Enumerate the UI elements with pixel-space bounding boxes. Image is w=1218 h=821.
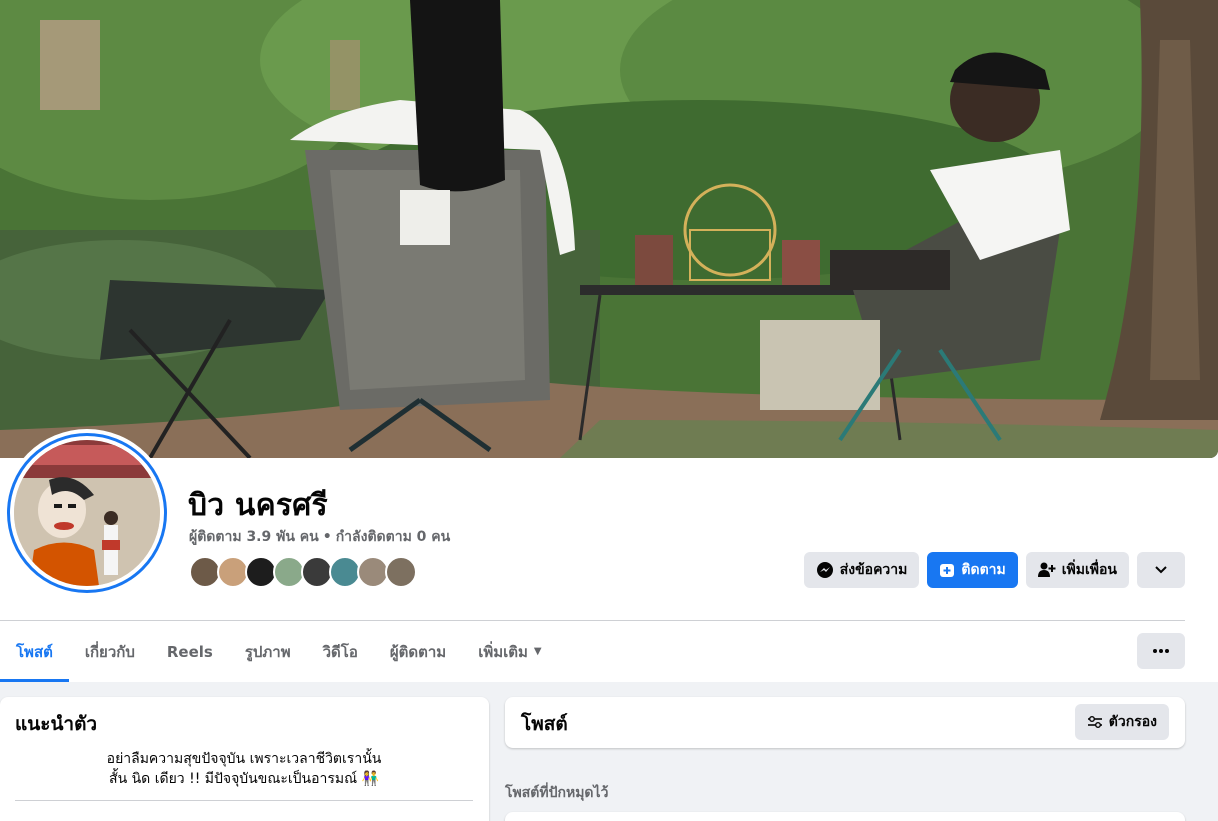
followers-count[interactable]: ผู้ติดตาม 3.9 พัน คน bbox=[189, 529, 319, 545]
bio-line: สั้น นิด เดียว !! มีปัจจุบันขณะเป็นอารมณ… bbox=[109, 771, 379, 787]
follow-stats: ผู้ติดตาม 3.9 พัน คน • กำลังติดตาม 0 คน bbox=[189, 526, 450, 548]
tab-about[interactable]: เกี่ยวกับ bbox=[69, 621, 151, 682]
more-options-button[interactable] bbox=[1137, 633, 1185, 669]
tab-label: ผู้ติดตาม bbox=[389, 642, 447, 661]
profile-avatar[interactable] bbox=[7, 433, 167, 593]
add-friend-button-label: เพิ่มเพื่อน bbox=[1061, 562, 1117, 578]
message-button-label: ส่งข้อความ bbox=[839, 562, 908, 578]
profile-tabs: โพสต์ เกี่ยวกับ Reels รูปภาพ วิดีโอ ผู้ต… bbox=[0, 621, 558, 682]
tab-label: Reels bbox=[166, 642, 213, 661]
follower-avatar[interactable] bbox=[385, 556, 417, 588]
tab-posts[interactable]: โพสต์ bbox=[0, 621, 69, 682]
tab-label: เกี่ยวกับ bbox=[84, 642, 135, 661]
cover-photo[interactable] bbox=[0, 0, 1218, 458]
chevron-down-icon bbox=[1155, 566, 1167, 574]
profile-header: บิว นครศรี ผู้ติดตาม 3.9 พัน คน • กำลังติด… bbox=[0, 0, 1218, 682]
profile-actions: ส่งข้อความ ติดตาม เพิ่มเพื่อน bbox=[803, 552, 1185, 588]
profile-avatar-wrapper bbox=[3, 429, 171, 597]
follow-button-label: ติดตาม bbox=[961, 562, 1006, 578]
intro-title: แนะนำตัว bbox=[15, 713, 98, 735]
follow-icon bbox=[939, 562, 955, 578]
more-dots-icon bbox=[1153, 649, 1169, 653]
tab-label: เพิ่มเติม bbox=[478, 642, 528, 661]
tab-label: โพสต์ bbox=[16, 642, 53, 661]
follower-avatars bbox=[189, 556, 417, 588]
pinned-post-card bbox=[505, 812, 1185, 821]
posts-title: โพสต์ bbox=[521, 713, 568, 735]
tab-label: รูปภาพ bbox=[244, 642, 291, 661]
follow-button[interactable]: ติดตาม bbox=[927, 552, 1018, 588]
following-count[interactable]: กำลังติดตาม 0 คน bbox=[336, 529, 451, 545]
intro-bio: อย่าลืมความสุขปัจจุบัน เพราะเวลาชีวิตเรา… bbox=[15, 749, 473, 789]
caret-down-icon: ▼ bbox=[533, 646, 542, 657]
tab-photos[interactable]: รูปภาพ bbox=[229, 621, 307, 682]
add-friend-button[interactable]: เพิ่มเพื่อน bbox=[1025, 552, 1129, 588]
profile-options-dropdown[interactable] bbox=[1137, 552, 1185, 588]
message-button[interactable]: ส่งข้อความ bbox=[803, 552, 920, 588]
tab-label: วิดีโอ bbox=[322, 642, 358, 661]
tab-followers[interactable]: ผู้ติดตาม bbox=[374, 621, 462, 682]
tab-reels[interactable]: Reels bbox=[151, 621, 229, 682]
filter-icon bbox=[1087, 715, 1103, 729]
posts-header-card: โพสต์ ตัวกรอง bbox=[505, 697, 1185, 748]
bio-line: อย่าลืมความสุขปัจจุบัน เพราะเวลาชีวิตเรา… bbox=[106, 751, 382, 767]
intro-divider bbox=[15, 800, 473, 801]
pinned-posts-label: โพสต์ที่ปักหมุดไว้ bbox=[505, 785, 609, 801]
stats-separator: • bbox=[322, 529, 332, 545]
intro-card: แนะนำตัว อย่าลืมความสุขปัจจุบัน เพราะเวล… bbox=[0, 697, 489, 821]
cover-illustration bbox=[0, 0, 1218, 458]
add-friend-icon bbox=[1037, 562, 1056, 578]
tab-more[interactable]: เพิ่มเติม ▼ bbox=[462, 621, 557, 682]
messenger-icon bbox=[816, 561, 834, 579]
tab-videos[interactable]: วิดีโอ bbox=[307, 621, 374, 682]
avatar-image bbox=[14, 440, 160, 586]
filter-button-label: ตัวกรอง bbox=[1108, 714, 1157, 730]
profile-name: บิว นครศรี bbox=[188, 488, 328, 523]
filter-button[interactable]: ตัวกรอง bbox=[1074, 704, 1169, 740]
